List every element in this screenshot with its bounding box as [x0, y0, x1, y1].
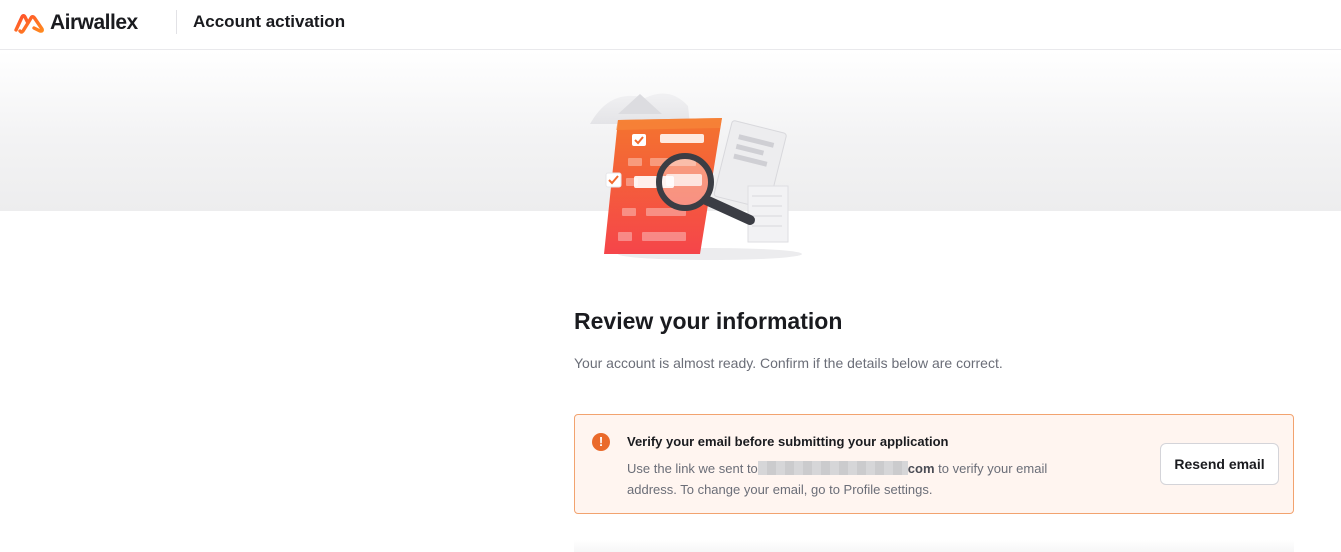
page-header-title: Account activation: [193, 12, 346, 31]
next-section-edge: [574, 540, 1294, 552]
verify-email-alert: ! Verify your email before submitting yo…: [574, 414, 1294, 514]
header-divider: [176, 10, 177, 34]
alert-title: Verify your email before submitting your…: [627, 434, 949, 449]
redacted-email: [757, 461, 908, 475]
brand-logo-link[interactable]: Airwallex: [14, 10, 138, 36]
document-review-illustration: [590, 93, 802, 260]
email-suffix: com: [907, 461, 935, 476]
warning-icon: !: [592, 433, 610, 451]
airwallex-logo-icon: [14, 14, 44, 34]
page-subtitle: Your account is almost ready. Confirm if…: [574, 355, 1003, 371]
alert-body-prefix: Use the link we sent to: [627, 461, 758, 476]
resend-email-button[interactable]: Resend email: [1160, 443, 1279, 485]
top-header: Airwallex Account activation: [0, 0, 1341, 50]
brand-name: Airwallex: [50, 11, 138, 34]
alert-body: Use the link we sent to com to verify you…: [627, 458, 1097, 500]
page-title: Review your information: [574, 308, 843, 334]
